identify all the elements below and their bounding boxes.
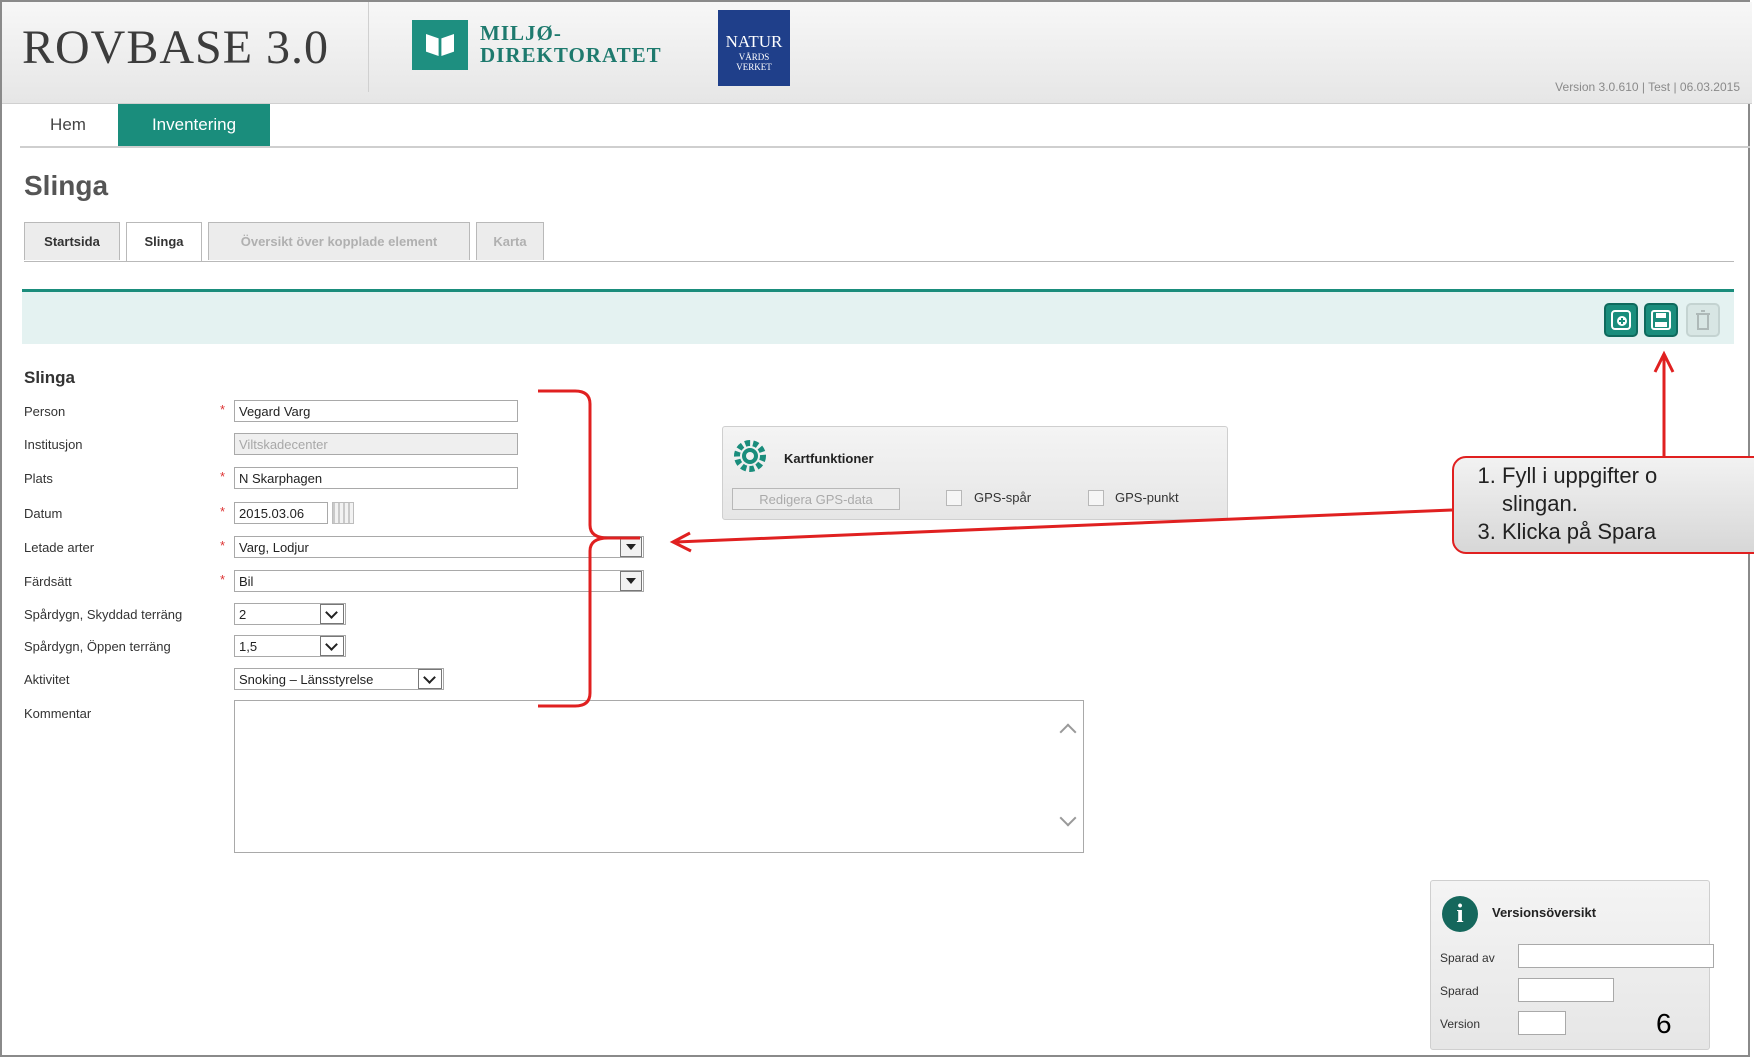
instruction-step-continuation: slingan.: [1502, 491, 1578, 516]
annotation-arrow-to-form: [675, 508, 1453, 544]
annotation-bracket: [538, 389, 640, 708]
instruction-steps: Fyll i uppgifter o slingan. Klicka på Sp…: [1480, 462, 1657, 546]
instruction-step: Klicka på Spara: [1502, 518, 1657, 546]
instruction-step: Fyll i uppgifter o: [1502, 462, 1657, 490]
